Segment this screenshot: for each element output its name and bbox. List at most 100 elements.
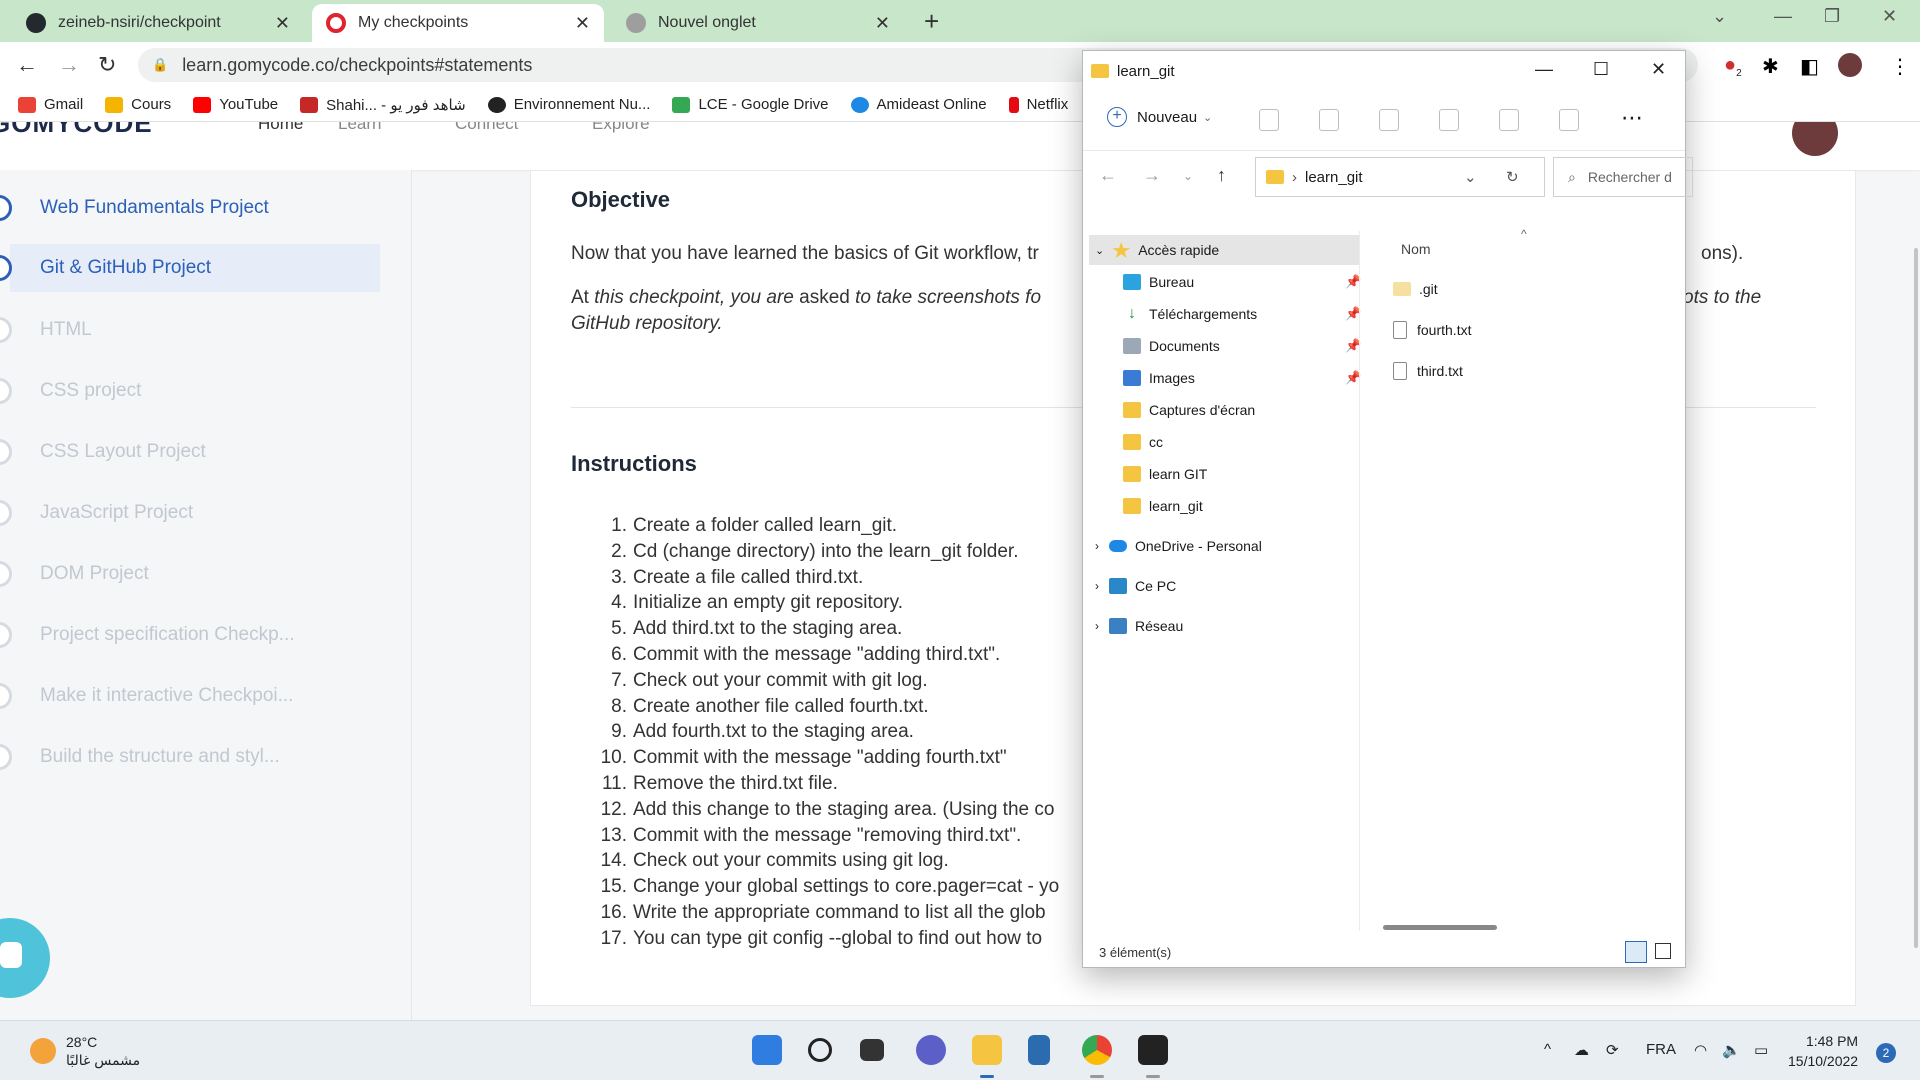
sync-icon[interactable]: ⟳ <box>1606 1041 1619 1059</box>
minimize-button[interactable]: — <box>1774 6 1792 27</box>
file-explorer-icon[interactable] <box>972 1035 1002 1065</box>
sidebar-item-dom[interactable]: DOM Project <box>0 550 370 598</box>
tree-item-images[interactable]: Images <box>1123 363 1195 393</box>
maximize-button[interactable]: ☐ <box>1593 59 1609 80</box>
nav-connect[interactable]: Connect <box>455 122 518 134</box>
explorer-address-bar[interactable]: › learn_git ⌄ ↻ <box>1255 157 1545 197</box>
new-button[interactable]: + Nouveau ⌄ <box>1107 107 1212 127</box>
chat-teams-icon[interactable] <box>916 1035 946 1065</box>
tab-new-tab[interactable]: Nouvel onglet ✕ <box>612 4 904 42</box>
profile-avatar[interactable] <box>1838 53 1862 77</box>
tree-item-learn-git[interactable]: learn_git <box>1123 491 1203 521</box>
up-arrow-icon[interactable]: ↑ <box>1217 165 1226 186</box>
bookmark-google-drive[interactable]: LCE - Google Drive <box>672 96 829 113</box>
chevron-up-icon[interactable]: ^ <box>1544 1041 1551 1058</box>
tree-item-onedrive[interactable]: › OneDrive - Personal <box>1095 531 1262 561</box>
file-row-git[interactable]: .git <box>1393 281 1438 297</box>
bookmark-amideast[interactable]: Amideast Online <box>850 96 987 113</box>
minimize-button[interactable]: — <box>1535 59 1553 80</box>
bookmark-youtube[interactable]: YouTube <box>193 96 278 113</box>
back-arrow-icon[interactable]: ← <box>1099 165 1117 186</box>
sidebar-item-structure[interactable]: Build the structure and styl... <box>0 733 370 781</box>
tree-item-bureau[interactable]: Bureau <box>1123 267 1194 297</box>
cut-icon[interactable] <box>1259 109 1279 131</box>
menu-kebab-icon[interactable]: ⋮ <box>1890 54 1910 79</box>
nav-learn[interactable]: Learn <box>338 122 381 134</box>
reload-icon[interactable]: ↻ <box>98 52 116 78</box>
delete-icon[interactable] <box>1559 109 1579 131</box>
user-avatar[interactable] <box>1792 122 1838 156</box>
sidebar-item-css-layout[interactable]: CSS Layout Project <box>0 428 370 476</box>
sidebar-item-html[interactable]: HTML <box>0 306 370 354</box>
close-icon[interactable]: ✕ <box>275 13 290 34</box>
close-icon[interactable]: ✕ <box>875 13 890 34</box>
refresh-icon[interactable]: ↻ <box>1506 168 1519 186</box>
file-row-third[interactable]: third.txt <box>1393 362 1463 380</box>
nav-explore[interactable]: Explore <box>592 122 650 134</box>
page-scrollbar[interactable] <box>1914 248 1918 948</box>
volume-icon[interactable]: 🔈 <box>1722 1041 1741 1059</box>
notepad-icon[interactable] <box>1028 1035 1050 1065</box>
task-view-icon[interactable] <box>860 1039 884 1061</box>
chrome-icon[interactable] <box>1082 1035 1112 1065</box>
back-arrow-icon[interactable]: ← <box>16 52 38 78</box>
file-row-fourth[interactable]: fourth.txt <box>1393 321 1471 339</box>
close-window-button[interactable]: ✕ <box>1882 6 1897 27</box>
language-indicator[interactable]: FRA <box>1646 1041 1676 1058</box>
bookmark-shahid[interactable]: Shahi... - شاهد فور يو <box>300 96 466 114</box>
horizontal-scrollbar[interactable] <box>1383 925 1497 930</box>
bookmark-netflix[interactable]: Netflix <box>1008 96 1068 113</box>
close-button[interactable]: ✕ <box>1651 59 1666 80</box>
bookmark-gmail[interactable]: Gmail <box>18 96 83 113</box>
tree-item-ce-pc[interactable]: › Ce PC <box>1095 571 1176 601</box>
tab-my-checkpoints[interactable]: My checkpoints ✕ <box>312 4 604 42</box>
tree-item-learn-git-caps[interactable]: learn GIT <box>1123 459 1207 489</box>
tree-item-reseau[interactable]: › Réseau <box>1095 611 1183 641</box>
tab-search-icon[interactable]: ⌄ <box>1712 6 1727 27</box>
bookmark-environnement[interactable]: Environnement Nu... <box>487 96 650 113</box>
weather-widget[interactable]: 28°C مشمس غالبًا <box>30 1033 140 1069</box>
recent-chevron-icon[interactable]: ⌄ <box>1183 169 1193 183</box>
paste-icon[interactable] <box>1379 109 1399 131</box>
more-options-icon[interactable]: ⋯ <box>1621 105 1644 131</box>
tab-github[interactable]: zeineb-nsiri/checkpoint ✕ <box>12 4 304 42</box>
start-icon[interactable] <box>752 1035 782 1065</box>
forward-arrow-icon[interactable]: → <box>58 52 80 78</box>
tree-item-captures[interactable]: Captures d'écran <box>1123 395 1255 425</box>
search-icon[interactable] <box>808 1038 832 1062</box>
sidebar-item-git-github[interactable]: Git & GitHub Project <box>0 244 380 292</box>
system-clock[interactable]: 1:48 PM 15/10/2022 <box>1788 1031 1858 1071</box>
nav-home[interactable]: Home <box>258 122 303 134</box>
explorer-search-input[interactable]: ⌕ Rechercher d <box>1553 157 1693 197</box>
rename-icon[interactable] <box>1439 109 1459 131</box>
tree-item-documents[interactable]: Documents <box>1123 331 1220 361</box>
tree-item-cc[interactable]: cc <box>1123 427 1163 457</box>
sidebar-item-interactive[interactable]: Make it interactive Checkpoi... <box>0 672 370 720</box>
sidebar-item-web-fundamentals[interactable]: Web Fundamentals Project <box>0 184 370 232</box>
sidebar-item-project-spec[interactable]: Project specification Checkp... <box>0 611 370 659</box>
details-view-icon[interactable] <box>1625 941 1647 963</box>
close-icon[interactable]: ✕ <box>575 13 590 34</box>
forward-arrow-icon[interactable]: → <box>1143 165 1161 186</box>
extension-icon[interactable]: ●2 <box>1724 54 1742 79</box>
tiles-view-icon[interactable] <box>1655 943 1671 959</box>
cloud-icon[interactable]: ☁ <box>1574 1041 1589 1059</box>
notification-badge[interactable]: 2 <box>1876 1043 1896 1063</box>
terminal-icon[interactable] <box>1138 1035 1168 1065</box>
wifi-icon[interactable]: ◠ <box>1694 1041 1707 1059</box>
sidebar-item-css[interactable]: CSS project <box>0 367 370 415</box>
site-logo[interactable]: GOMYCODE <box>0 122 153 139</box>
bookmark-cours[interactable]: Cours <box>105 96 171 113</box>
share-icon[interactable] <box>1499 109 1519 131</box>
tree-quick-access[interactable]: ⌄ Accès rapide <box>1089 235 1359 265</box>
tree-item-telechargements[interactable]: ↓ Téléchargements <box>1123 299 1257 329</box>
sidebar-item-javascript[interactable]: JavaScript Project <box>0 489 370 537</box>
column-header-name[interactable]: Nom <box>1401 241 1431 257</box>
chevron-down-icon[interactable]: ⌄ <box>1464 168 1477 186</box>
sidebar-toggle-icon[interactable]: ◧ <box>1800 54 1819 79</box>
puzzle-icon[interactable]: ✱ <box>1762 54 1779 79</box>
battery-icon[interactable]: ▭ <box>1754 1041 1768 1059</box>
new-tab-button[interactable]: + <box>924 6 939 37</box>
copy-icon[interactable] <box>1319 109 1339 131</box>
restore-button[interactable]: ❐ <box>1824 6 1840 27</box>
